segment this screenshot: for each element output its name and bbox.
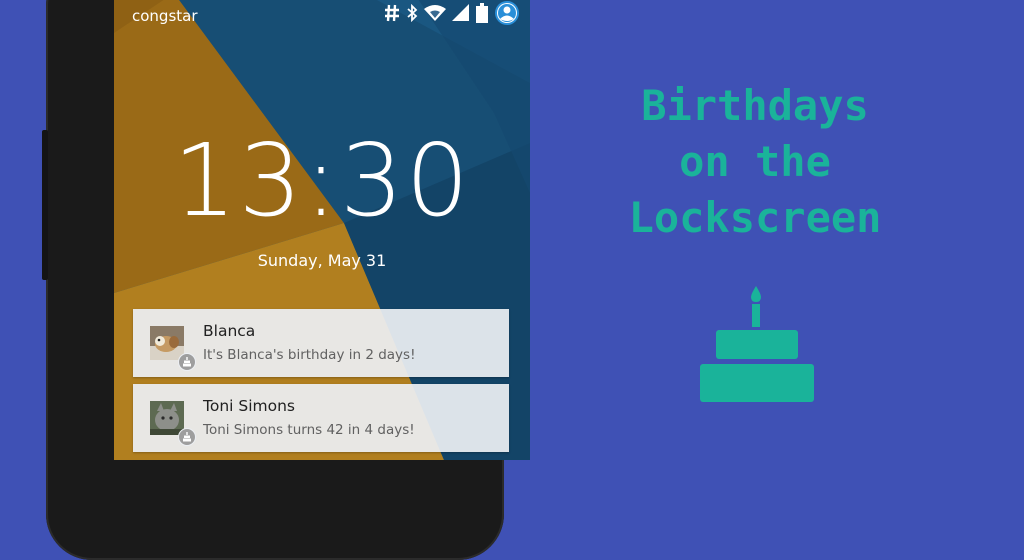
status-bar: congstar xyxy=(114,0,530,37)
volume-button xyxy=(42,130,48,280)
promo-headline: Birthdays on the Lockscreen xyxy=(570,78,940,246)
avatar xyxy=(150,326,184,360)
avatar xyxy=(150,401,184,435)
hash-icon xyxy=(384,4,400,26)
cake-icon xyxy=(178,353,196,371)
bluetooth-icon xyxy=(406,3,418,26)
notification-title: Toni Simons xyxy=(203,397,296,415)
lockscreen-date: Sunday, May 31 xyxy=(257,251,387,270)
status-icons xyxy=(378,0,520,30)
phone-frame: congstar 13:30 Sunday, May 31 Blanca It'… xyxy=(42,0,530,560)
headline-line: Birthdays xyxy=(641,81,869,130)
notification-text: It's Blanca's birthday in 2 days! xyxy=(203,347,416,363)
lockscreen-clock: 13:30 xyxy=(172,122,472,239)
headline-line: on the xyxy=(679,137,831,186)
birthday-cake-icon xyxy=(698,284,816,408)
carrier-name: congstar xyxy=(132,7,198,25)
notification-card[interactable]: Toni Simons Toni Simons turns 42 in 4 da… xyxy=(133,384,509,452)
wifi-icon xyxy=(424,4,446,26)
battery-icon xyxy=(476,3,488,27)
lockscreen: congstar 13:30 Sunday, May 31 Blanca It'… xyxy=(114,0,530,460)
notification-text: Toni Simons turns 42 in 4 days! xyxy=(203,422,415,438)
cake-icon xyxy=(178,428,196,446)
account-icon[interactable] xyxy=(494,0,520,30)
notification-card[interactable]: Blanca It's Blanca's birthday in 2 days! xyxy=(133,309,509,377)
headline-line: Lockscreen xyxy=(628,193,882,242)
cell-signal-icon xyxy=(452,4,470,26)
notification-title: Blanca xyxy=(203,322,256,340)
